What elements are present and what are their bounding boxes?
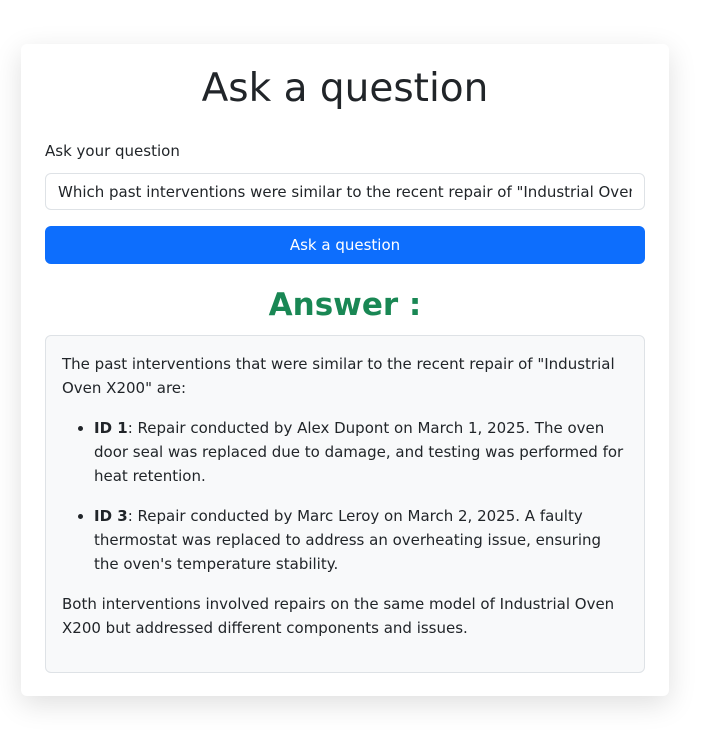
answer-list: ID 1: Repair conducted by Alex Dupont on…	[62, 416, 628, 576]
answer-item-id: ID 3	[94, 507, 128, 525]
answer-intro: The past interventions that were similar…	[62, 355, 615, 397]
page-title: Ask a question	[201, 66, 489, 111]
question-label: Ask your question	[45, 142, 180, 160]
answer-item-id: ID 1	[94, 419, 128, 437]
question-card: Ask a question Ask your question Ask a q…	[21, 44, 669, 696]
ask-question-button[interactable]: Ask a question	[45, 226, 645, 264]
answer-list-item: ID 3: Repair conducted by Marc Leroy on …	[94, 504, 628, 576]
question-input[interactable]	[45, 173, 645, 210]
answer-list-item: ID 1: Repair conducted by Alex Dupont on…	[94, 416, 628, 488]
answer-box: The past interventions that were similar…	[45, 335, 645, 673]
answer-conclusion: Both interventions involved repairs on t…	[62, 595, 615, 637]
answer-heading: Answer :	[268, 287, 422, 323]
answer-item-text: : Repair conducted by Alex Dupont on Mar…	[94, 419, 624, 485]
answer-item-text: : Repair conducted by Marc Leroy on Marc…	[94, 507, 602, 573]
